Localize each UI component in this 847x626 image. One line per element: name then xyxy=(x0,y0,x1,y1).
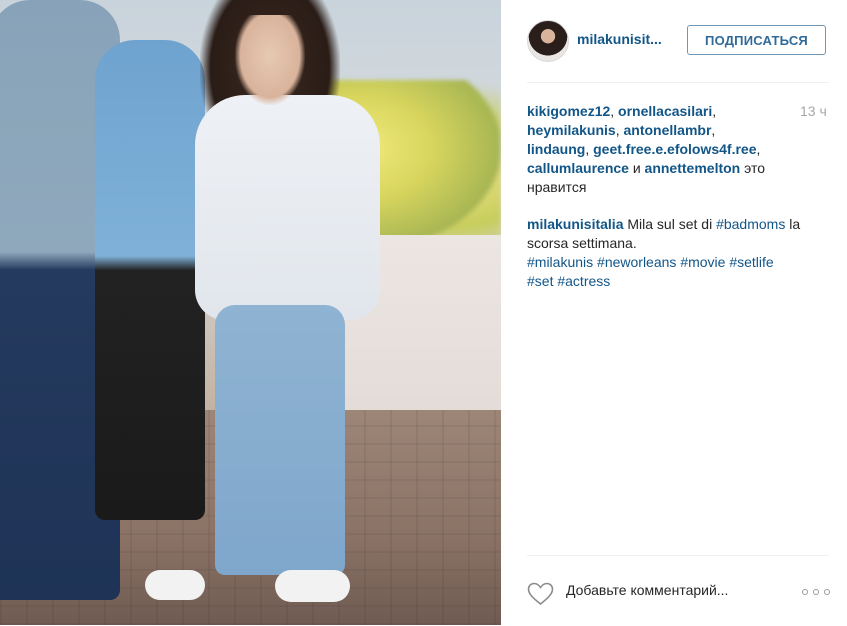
liker-username[interactable]: callumlaurence xyxy=(527,160,629,176)
liker-username[interactable]: lindaung xyxy=(527,141,585,157)
ellipsis-icon[interactable] xyxy=(802,586,830,598)
liker-username[interactable]: heymilakunis xyxy=(527,122,616,138)
liker-username[interactable]: geet.free.e.efolows4f.ree xyxy=(593,141,756,157)
post-header: milakunisit... ПОДПИСАТЬСЯ xyxy=(527,0,829,83)
post-footer xyxy=(527,555,830,626)
liker-username[interactable]: annettemelton xyxy=(645,160,741,176)
liker-username[interactable]: ornellacasilari xyxy=(618,103,712,119)
likes-conjunction: и xyxy=(628,160,645,176)
hashtag-link[interactable]: #badmoms xyxy=(716,216,785,232)
separator: , xyxy=(585,141,594,157)
post-caption: milakunisitalia Mila sul set di #badmoms… xyxy=(527,215,827,291)
photo-person-middle xyxy=(95,40,205,520)
hashtag-link[interactable]: #set xyxy=(527,273,553,289)
hashtag-link[interactable]: #actress xyxy=(557,273,610,289)
hashtag-link[interactable]: #setlife xyxy=(729,254,773,270)
photo-shoe-right xyxy=(275,570,350,602)
hashtag-link[interactable]: #neworleans xyxy=(597,254,676,270)
caption-text: Mila sul set di xyxy=(623,216,717,232)
avatar[interactable] xyxy=(527,20,569,62)
dot-icon xyxy=(824,589,830,595)
liker-username[interactable]: antonellambr xyxy=(623,122,711,138)
post-side-panel: milakunisit... ПОДПИСАТЬСЯ kikigomez12, … xyxy=(501,0,847,625)
hashtag-link[interactable]: #movie xyxy=(680,254,725,270)
photo-woman-shirt xyxy=(195,95,380,320)
comment-input[interactable] xyxy=(566,582,786,598)
caption-author-username[interactable]: milakunisitalia xyxy=(527,216,623,232)
separator: , xyxy=(712,103,717,119)
heart-outline-icon[interactable] xyxy=(527,582,554,606)
hashtag-link[interactable]: #milakunis xyxy=(527,254,593,270)
dot-icon xyxy=(813,589,819,595)
post-author-username[interactable]: milakunisit... xyxy=(577,31,662,47)
dot-icon xyxy=(802,589,808,595)
separator: , xyxy=(610,103,619,119)
follow-button[interactable]: ПОДПИСАТЬСЯ xyxy=(687,25,826,55)
liker-username[interactable]: kikigomez12 xyxy=(527,103,610,119)
likes-summary: kikigomez12, ornellacasilari, heymilakun… xyxy=(527,102,797,197)
photo-shoe-left xyxy=(145,570,205,600)
separator: , xyxy=(711,122,716,138)
post-timestamp[interactable]: 13 ч xyxy=(800,103,827,119)
photo-woman-jeans xyxy=(215,305,345,575)
separator: , xyxy=(756,141,761,157)
post-photo[interactable] xyxy=(0,0,501,625)
photo-woman-face xyxy=(235,15,305,105)
